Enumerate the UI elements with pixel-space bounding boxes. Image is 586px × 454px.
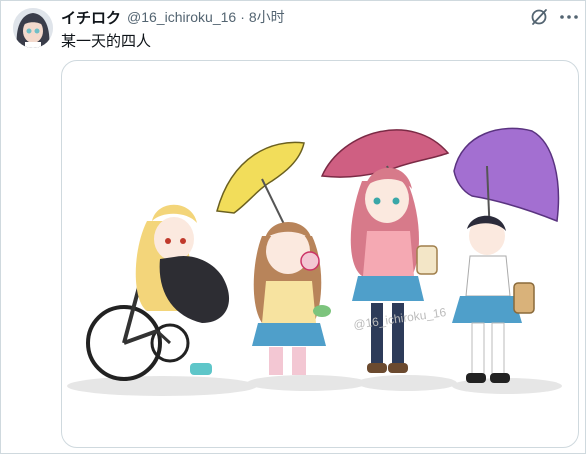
more-icon	[560, 15, 578, 19]
avatar-image	[13, 8, 53, 48]
separator-dot: ·	[240, 9, 245, 25]
grok-button[interactable]	[528, 6, 550, 28]
more-button[interactable]	[558, 6, 580, 28]
media-image[interactable]: @16_ichiroku_16	[61, 60, 579, 448]
character-brown-yellow-umbrella	[216, 141, 331, 375]
ground-shadow	[247, 375, 367, 391]
character-purple-umbrella	[452, 127, 560, 383]
tweet-card: イチロク @16_ichiroku_16 · 8小时 某一天的四人 @16_ic…	[0, 0, 586, 454]
avatar[interactable]	[13, 8, 53, 48]
grok-icon	[531, 9, 547, 25]
tweet-header: イチロク @16_ichiroku_16 · 8小时	[61, 7, 285, 27]
character-pink-umbrella	[320, 129, 450, 373]
illustration: @16_ichiroku_16	[67, 127, 562, 396]
ground-shadow	[67, 376, 257, 396]
tweet-text: 某一天的四人	[61, 33, 152, 50]
ground-shadow	[357, 375, 457, 391]
character-blonde-bicycle	[86, 204, 230, 381]
user-handle[interactable]: @16_ichiroku_16	[127, 9, 236, 25]
display-name[interactable]: イチロク	[61, 7, 121, 28]
timestamp[interactable]: 8小时	[249, 7, 285, 27]
